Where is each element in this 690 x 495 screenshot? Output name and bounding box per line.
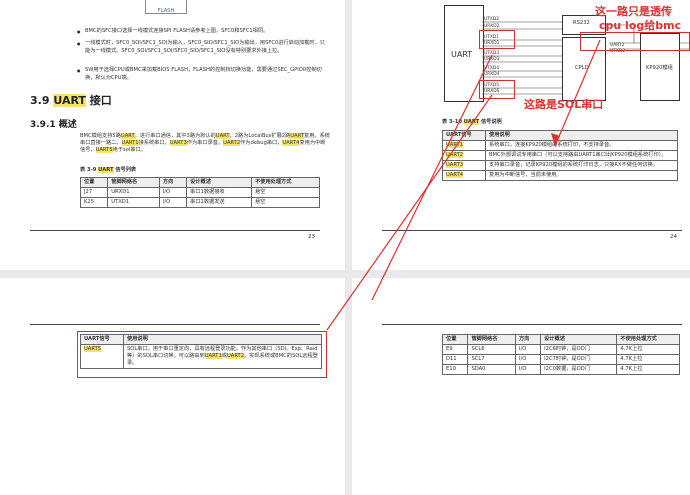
col-header: 使用说明 [123, 333, 322, 346]
kp-uart-highlight-box [580, 32, 690, 51]
col-header: 方向 [158, 176, 188, 189]
i2c-table: 位置 管脚网络名 方向 设计概述 不使用处理方式 E9 SCL6 I/O I2C6时钟… [441, 333, 680, 376]
table-header-row: UART信号 使用说明 [442, 129, 678, 142]
uart5-table: UART信号 使用说明 UART5 SOL串口。用于串口重定向，具有远程登录功能… [80, 333, 322, 370]
bullet-3: SW用于选择CPU或BMC来加载BIOS FLASH，FLASH的控制权切换功能… [77, 67, 330, 82]
intro-paragraph: BMC模组支持5路UART。进行串口通信，其中3路为默认的UART，2路为Loc… [80, 133, 330, 154]
col-header: 设计概述 [186, 176, 253, 189]
table-row: UART1 系统串口，连接KP920模组的系统打印，不支持录音。 [442, 140, 678, 152]
annotation-passthrough-line2: cpu log给bmc [599, 19, 682, 32]
section-heading: 3.9 UART 接口 [30, 92, 112, 108]
cpld-label: CPLD [575, 65, 589, 71]
page-23: FLASH BMC的SFC接口选择一线模式连接SPI FLASH请参考上图，SF… [0, 0, 345, 270]
col-header: 使用说明 [485, 129, 678, 142]
table-header-row: 位置 管脚网络名 方向 设计概述 不使用处理方式 [441, 333, 680, 346]
col-header: 方向 [515, 333, 542, 346]
col-header: 管脚网络名 [467, 333, 517, 346]
footer-rule [30, 230, 320, 231]
col-header: 不使用处理方式 [251, 176, 320, 189]
table-header-row: 位置 管脚网络名 方向 设计概述 不使用处理方式 [79, 176, 320, 189]
col-header: 不使用处理方式 [616, 333, 680, 346]
section-title-rest: 接口 [85, 94, 112, 107]
table-row: J27 URXD1 I/O 串口1数据接收 悬空 [79, 187, 320, 199]
uart1-highlight-box [479, 30, 515, 49]
col-header: 位置 [79, 176, 109, 189]
table-row: UART2 BMC外部调试专用串口（可以支持路由UART1串口出KP920模组系统… [442, 150, 678, 162]
bullet-1: BMC的SFC接口选择一线模式连接SPI FLASH请参考上图，SFC0和SFC… [77, 28, 330, 36]
table-row: E9 SCL6 I/O I2C6时钟，是OD门 4.7K上拉 [441, 344, 680, 356]
page-number: 24 [670, 234, 677, 240]
page-24: UART UTXD2 URXD2 UTXD1 URXD1 UTXD3 URXD3… [352, 0, 690, 270]
header-rule [382, 324, 682, 325]
uart-signal-table: 位置 管脚网络名 方向 设计概述 不使用处理方式 J27 URXD1 I/O 串口1数… [79, 176, 320, 209]
col-header: 管脚网络名 [107, 176, 160, 189]
table-3-10-caption: 表 3-10 UART 信号说明 [442, 119, 502, 125]
kp920-label: KP920模组 [646, 65, 673, 71]
flash-label: FLASH [157, 8, 175, 14]
uart-usage-table: UART信号 使用说明 UART1 系统串口，连接KP920模组的系统打印，不支持… [442, 129, 678, 182]
page-26: 位置 管脚网络名 方向 设计概述 不使用处理方式 E9 SCL6 I/O I2C6时钟… [352, 278, 690, 495]
annotation-sol-uart: 这路是SOL串口 [524, 98, 604, 111]
table-row: UART3 支持串口录音，记录KP920模组的系统打印日志，只接RX不做任何切换。 [442, 160, 678, 172]
rs232-label: RS232 [573, 20, 590, 26]
subsection-heading: 3.9.1 概述 [30, 120, 77, 130]
table-row: UART5 SOL串口。用于串口重定向，具有远程登录功能。作为其他串口（SDI、… [80, 344, 322, 370]
uart5-highlight-box [479, 80, 515, 99]
col-header: 设计概述 [540, 333, 618, 346]
table-row: K25 UTXD1 I/O 串口1数据发送 悬空 [79, 197, 320, 209]
col-header: 位置 [441, 333, 469, 346]
page-number: 23 [308, 234, 315, 240]
page-25: UART信号 使用说明 UART5 SOL串口。用于串口重定向，具有远程登录功能… [0, 278, 345, 495]
section-number: 3.9 [30, 94, 50, 107]
table-row: UART4 复用为中断信号，当前未使用。 [442, 170, 678, 182]
col-header: UART信号 [80, 333, 124, 346]
section-highlight: UART [53, 94, 86, 107]
col-header: UART信号 [442, 129, 486, 142]
header-rule [30, 324, 320, 325]
flash-block: FLASH [145, 0, 187, 14]
table-3-9-caption: 表 3-9 UART 信号列表 [80, 167, 137, 173]
footer-rule [382, 230, 682, 231]
table-header-row: UART信号 使用说明 [80, 333, 322, 346]
table-row: E10 SDA0 I/O I2C0数据，是OD门 4.7K上拉 [441, 364, 680, 376]
table-row: D11 SCL7 I/O I2C7时钟，是OD门 4.7K上拉 [441, 354, 680, 366]
bullet-2: 一线模式时，SFC0_SOI/SFC1_SOI为输入，SFC0_SIO/SFC1… [77, 40, 330, 55]
